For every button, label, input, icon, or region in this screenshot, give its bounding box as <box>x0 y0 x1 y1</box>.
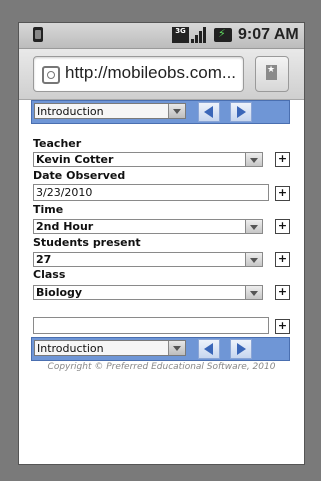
students-present-label: Students present <box>33 236 141 249</box>
bookmark-button[interactable] <box>255 56 289 92</box>
browser-url-bar: http://mobileobs.com... <box>19 49 304 100</box>
chevron-down-icon <box>168 341 185 355</box>
previous-section-button[interactable] <box>198 102 220 122</box>
class-value: Biology <box>36 286 83 299</box>
add-students-button[interactable]: + <box>275 252 290 267</box>
time-value: 2nd Hour <box>36 220 94 233</box>
network-label: 3G <box>175 27 186 35</box>
time-select[interactable]: 2nd Hour <box>33 219 263 234</box>
copyright-text: Copyright © Preferred Educational Softwa… <box>47 362 276 372</box>
extra-field[interactable] <box>33 317 269 334</box>
chevron-down-icon <box>168 104 185 118</box>
teacher-value: Kevin Cotter <box>36 153 114 166</box>
date-observed-value: 3/23/2010 <box>36 186 93 199</box>
date-observed-label: Date Observed <box>33 169 126 182</box>
page-content: Introduction Teacher Kevin Cotter + Date… <box>19 100 304 464</box>
section-select-bottom-value: Introduction <box>37 342 104 355</box>
signal-strength-icon <box>191 27 209 43</box>
next-section-button-bottom[interactable] <box>230 339 252 359</box>
students-present-select[interactable]: 27 <box>33 252 263 267</box>
battery-charging-icon <box>214 27 232 42</box>
add-date-button[interactable]: + <box>275 186 290 201</box>
class-select[interactable]: Biology <box>33 285 263 300</box>
section-select-bottom[interactable]: Introduction <box>34 340 186 356</box>
section-nav-bottom: Introduction <box>31 337 290 361</box>
url-field[interactable]: http://mobileobs.com... <box>33 56 244 92</box>
add-teacher-button[interactable]: + <box>275 152 290 167</box>
chevron-down-icon <box>245 253 262 266</box>
previous-section-button-bottom[interactable] <box>198 339 220 359</box>
chevron-down-icon <box>245 220 262 233</box>
sim-card-icon <box>33 27 43 42</box>
add-time-button[interactable]: + <box>275 219 290 234</box>
chevron-down-icon <box>245 286 262 299</box>
phone-screen: 3G 9:07 AM http://mobileobs.com... Intro… <box>18 22 305 465</box>
class-label: Class <box>33 268 66 281</box>
status-clock: 9:07 AM <box>238 26 299 43</box>
section-nav-top: Introduction <box>31 100 290 124</box>
students-present-value: 27 <box>36 253 52 266</box>
section-select-top[interactable]: Introduction <box>34 103 186 119</box>
next-section-button[interactable] <box>230 102 252 122</box>
status-bar: 3G 9:07 AM <box>19 23 304 49</box>
date-observed-field[interactable]: 3/23/2010 <box>33 184 269 201</box>
bookmark-icon <box>266 65 277 80</box>
add-class-button[interactable]: + <box>275 285 290 300</box>
add-field-button[interactable]: + <box>275 319 290 334</box>
url-text: http://mobileobs.com... <box>65 63 237 82</box>
teacher-label: Teacher <box>33 137 82 150</box>
network-3g-icon: 3G <box>172 27 189 43</box>
teacher-select[interactable]: Kevin Cotter <box>33 152 263 167</box>
section-select-top-value: Introduction <box>37 105 104 118</box>
time-label: Time <box>33 203 64 216</box>
site-favicon-icon <box>42 66 60 84</box>
chevron-down-icon <box>245 153 262 166</box>
